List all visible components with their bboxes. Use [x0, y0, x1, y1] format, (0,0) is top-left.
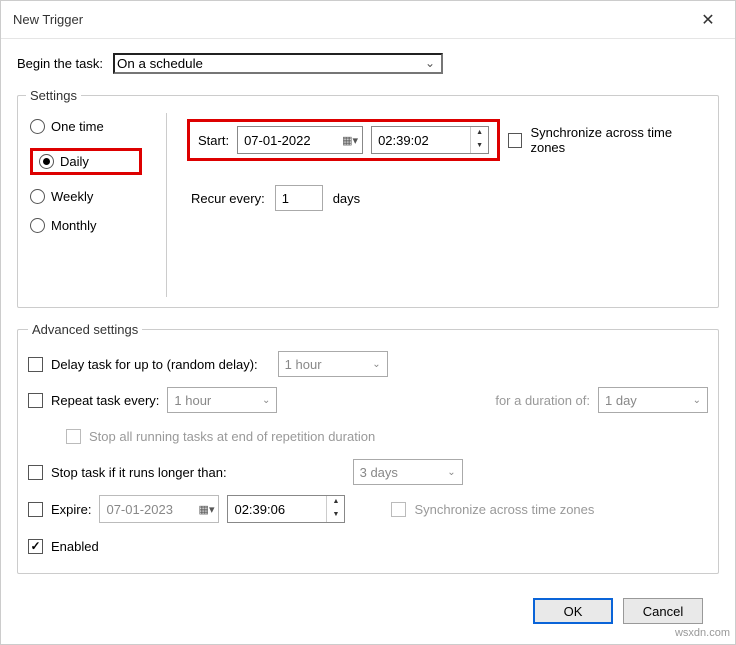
- dialog-content: Begin the task: Settings One time Daily …: [1, 39, 735, 624]
- calendar-dropdown-icon: ▦▾: [342, 134, 358, 147]
- checkbox-icon: [508, 133, 522, 148]
- repeat-combo[interactable]: 1 hour ⌄: [167, 387, 277, 413]
- recur-label: Recur every:: [191, 191, 265, 206]
- enabled-label: Enabled: [51, 539, 99, 554]
- frequency-column: One time Daily Weekly Monthly: [26, 113, 146, 297]
- window-title: New Trigger: [13, 12, 83, 27]
- radio-monthly-label: Monthly: [51, 218, 97, 233]
- ok-button[interactable]: OK: [533, 598, 613, 624]
- highlight-start: Start: 07-01-2022 ▦▾ 02:39:02 ▲ ▼: [187, 119, 500, 161]
- repeat-checkbox[interactable]: [28, 393, 43, 408]
- expire-time-field[interactable]: 02:39:06 ▲ ▼: [227, 495, 345, 523]
- highlight-daily: Daily: [30, 148, 142, 175]
- radio-icon: [30, 189, 45, 204]
- start-time-value: 02:39:02: [378, 133, 470, 148]
- chevron-down-icon: ▼: [471, 140, 488, 153]
- radio-weekly-label: Weekly: [51, 189, 93, 204]
- chevron-down-icon: ⌄: [693, 395, 701, 406]
- expire-time-value: 02:39:06: [234, 502, 326, 517]
- recur-unit: days: [333, 191, 360, 206]
- radio-weekly[interactable]: Weekly: [30, 189, 142, 204]
- radio-daily[interactable]: Daily: [39, 154, 133, 169]
- recur-input[interactable]: [275, 185, 323, 211]
- start-time-field[interactable]: 02:39:02 ▲ ▼: [371, 126, 489, 154]
- expire-date-field[interactable]: 07-01-2023 ▦▾: [99, 495, 219, 523]
- radio-icon: [30, 218, 45, 233]
- advanced-legend: Advanced settings: [28, 322, 142, 337]
- delay-row: Delay task for up to (random delay): 1 h…: [28, 351, 708, 377]
- radio-daily-label: Daily: [60, 154, 89, 169]
- delay-label: Delay task for up to (random delay):: [51, 357, 258, 372]
- dialog-footer: OK Cancel: [17, 588, 719, 624]
- sync-label: Synchronize across time zones: [530, 125, 702, 155]
- stop-long-checkbox[interactable]: [28, 465, 43, 480]
- repeat-label: Repeat task every:: [51, 393, 159, 408]
- radio-monthly[interactable]: Monthly: [30, 218, 142, 233]
- radio-icon: [30, 119, 45, 134]
- begin-task-select-wrap: [113, 53, 443, 74]
- delay-value: 1 hour: [285, 357, 322, 372]
- stop-repeat-label: Stop all running tasks at end of repetit…: [89, 429, 375, 444]
- begin-task-select[interactable]: [113, 53, 443, 74]
- stop-repeat-row: Stop all running tasks at end of repetit…: [66, 423, 708, 449]
- settings-group: Settings One time Daily Weekly Monthly: [17, 88, 719, 308]
- expire-label: Expire:: [51, 502, 91, 517]
- stop-long-row: Stop task if it runs longer than: 3 days…: [28, 459, 708, 485]
- expire-sync-checkbox: [391, 502, 406, 517]
- expire-sync-row: Synchronize across time zones: [391, 502, 594, 517]
- chevron-up-icon: ▲: [327, 496, 344, 509]
- advanced-group: Advanced settings Delay task for up to (…: [17, 322, 719, 574]
- sync-checkbox-row[interactable]: Synchronize across time zones: [508, 125, 702, 155]
- cancel-button[interactable]: Cancel: [623, 598, 703, 624]
- expire-sync-label: Synchronize across time zones: [414, 502, 594, 517]
- begin-task-label: Begin the task:: [17, 56, 103, 71]
- calendar-dropdown-icon: ▦▾: [199, 503, 215, 516]
- delay-checkbox[interactable]: [28, 357, 43, 372]
- repeat-row: Repeat task every: 1 hour ⌄ for a durati…: [28, 387, 708, 413]
- close-icon[interactable]: ✕: [693, 10, 723, 30]
- duration-value: 1 day: [605, 393, 637, 408]
- vertical-divider: [166, 113, 167, 297]
- chevron-up-icon: ▲: [471, 127, 488, 140]
- schedule-pane: Start: 07-01-2022 ▦▾ 02:39:02 ▲ ▼: [187, 113, 710, 297]
- duration-combo[interactable]: 1 day ⌄: [598, 387, 708, 413]
- duration-prefix: for a duration of:: [495, 393, 590, 408]
- stop-long-label: Stop task if it runs longer than:: [51, 465, 227, 480]
- expire-checkbox[interactable]: [28, 502, 43, 517]
- chevron-down-icon: ⌄: [372, 359, 380, 370]
- delay-combo[interactable]: 1 hour ⌄: [278, 351, 388, 377]
- watermark: wsxdn.com: [675, 627, 730, 639]
- start-date-value: 07-01-2022: [244, 133, 311, 148]
- radio-icon: [39, 154, 54, 169]
- repeat-value: 1 hour: [174, 393, 211, 408]
- recur-row: Recur every: days: [191, 185, 702, 211]
- start-row: Start: 07-01-2022 ▦▾ 02:39:02 ▲ ▼: [187, 119, 702, 161]
- start-date-field[interactable]: 07-01-2022 ▦▾: [237, 126, 363, 154]
- stop-long-value: 3 days: [360, 465, 398, 480]
- radio-one-time[interactable]: One time: [30, 119, 142, 134]
- enabled-checkbox[interactable]: [28, 539, 43, 554]
- titlebar: New Trigger ✕: [1, 1, 735, 39]
- stop-long-combo[interactable]: 3 days ⌄: [353, 459, 463, 485]
- start-label: Start:: [198, 133, 229, 148]
- chevron-down-icon: ⌄: [262, 395, 270, 406]
- radio-one-time-label: One time: [51, 119, 104, 134]
- stop-repeat-checkbox: [66, 429, 81, 444]
- begin-task-row: Begin the task:: [17, 53, 719, 74]
- chevron-down-icon: ⌄: [447, 467, 455, 478]
- enabled-row: Enabled: [28, 533, 708, 559]
- expire-row: Expire: 07-01-2023 ▦▾ 02:39:06 ▲ ▼ Synch…: [28, 495, 708, 523]
- time-spinner[interactable]: ▲ ▼: [326, 496, 344, 522]
- chevron-down-icon: ▼: [327, 509, 344, 522]
- expire-date-value: 07-01-2023: [106, 502, 173, 517]
- settings-legend: Settings: [26, 88, 81, 103]
- time-spinner[interactable]: ▲ ▼: [470, 127, 488, 153]
